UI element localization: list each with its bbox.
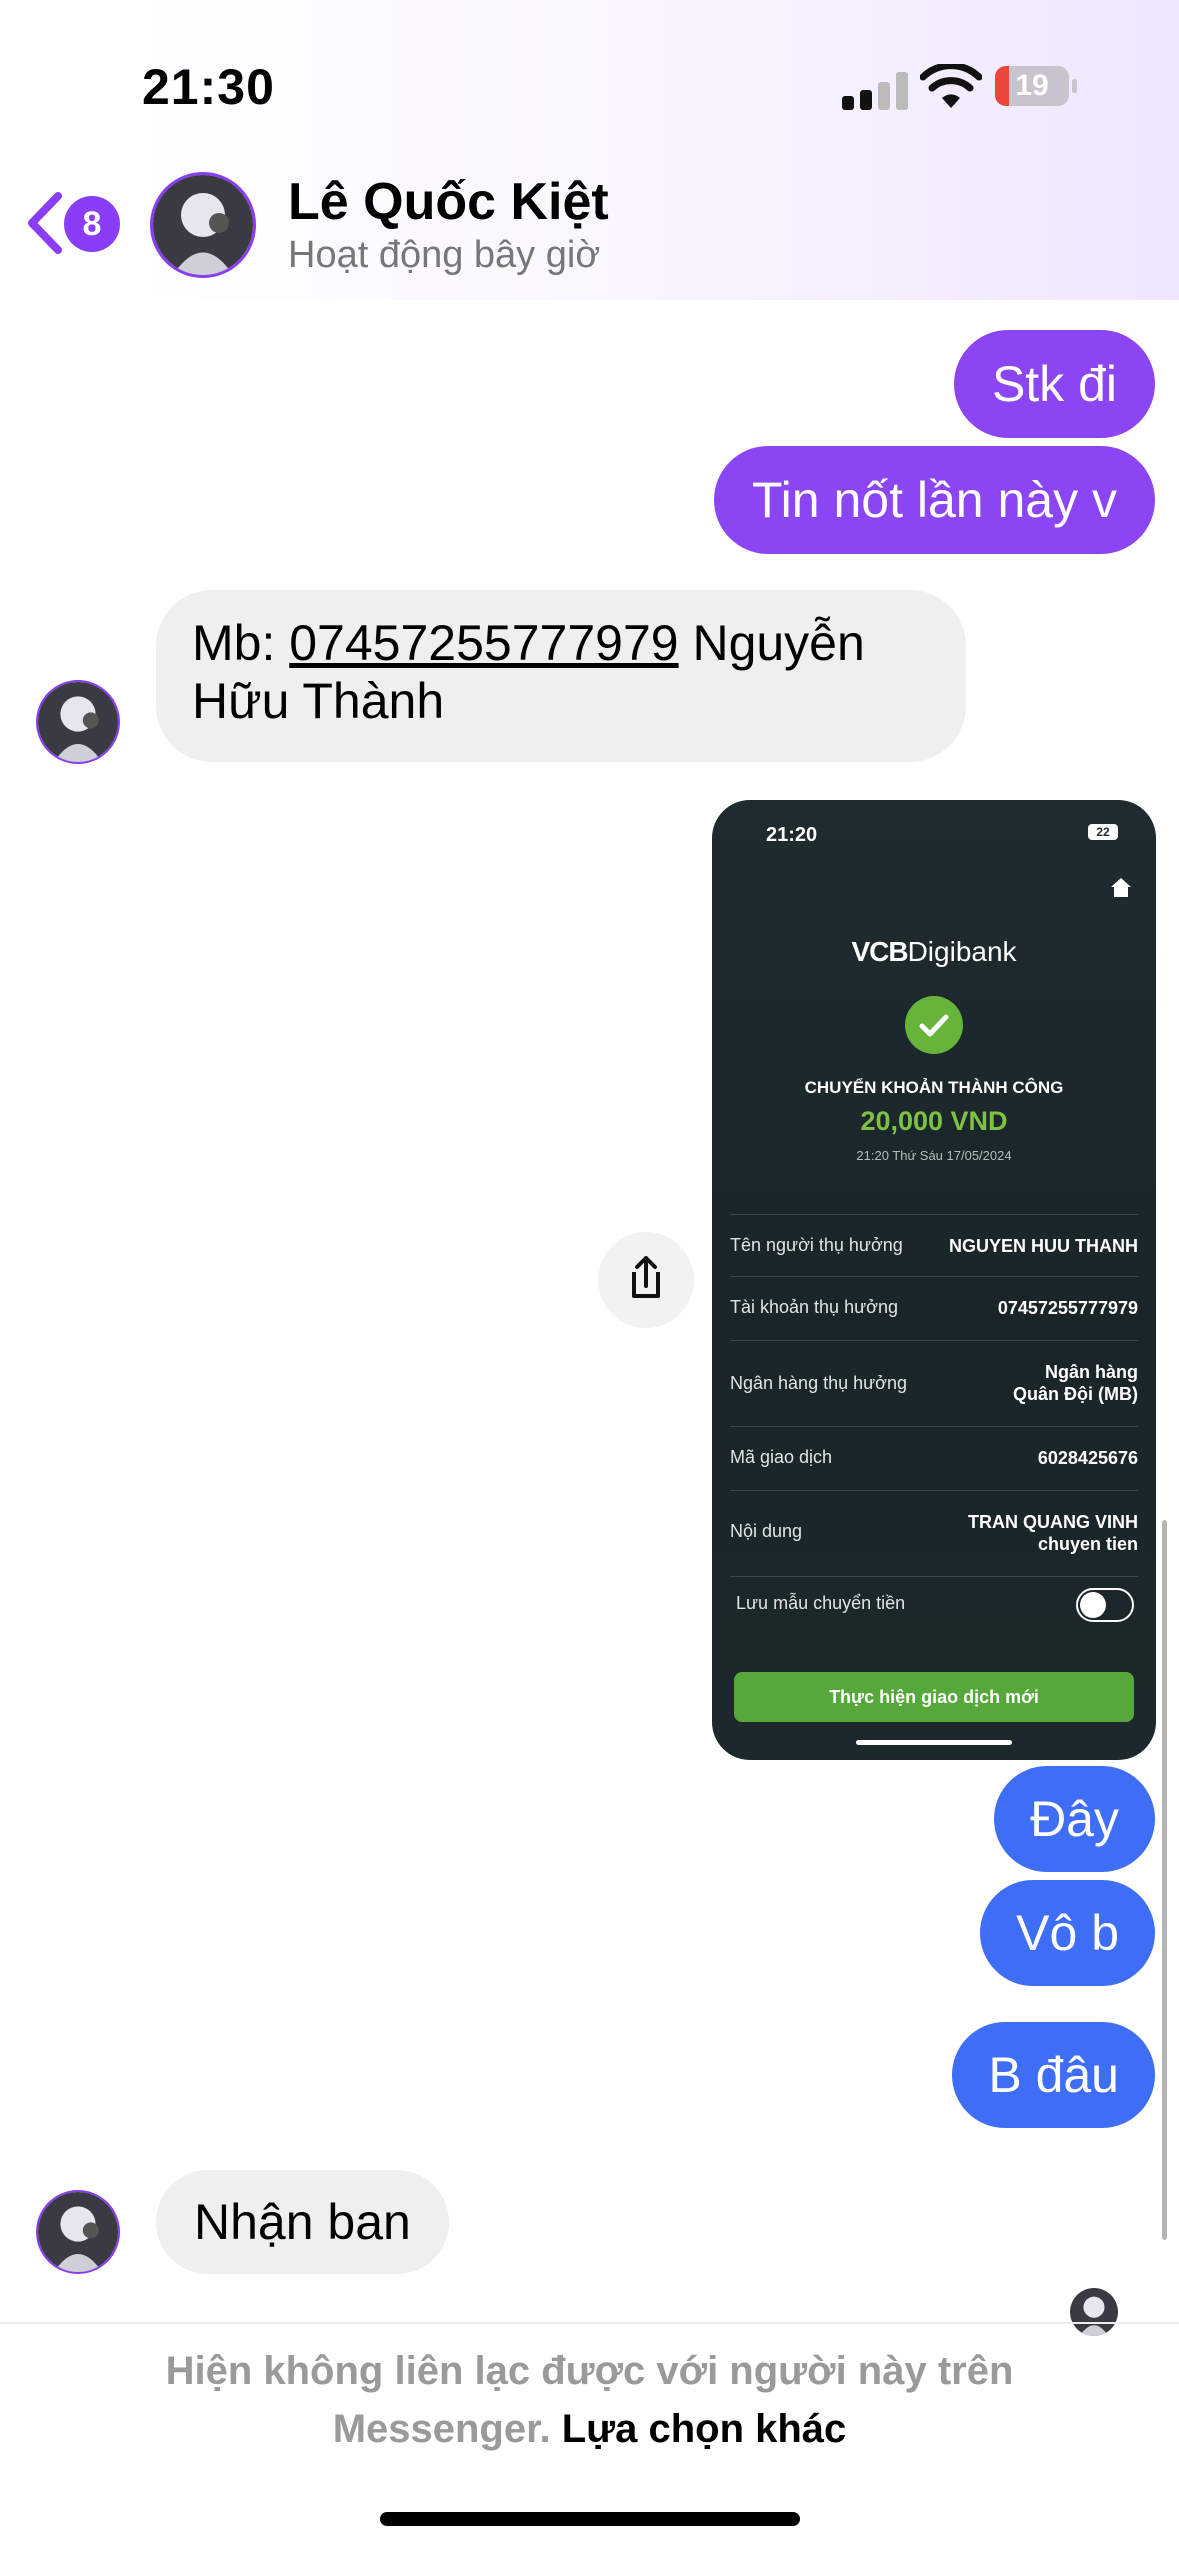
unread-count-badge[interactable]: 8 bbox=[64, 196, 120, 252]
incoming-message[interactable]: Mb: 07457255777979 Nguyễn Hữu Thành bbox=[156, 590, 966, 762]
wifi-icon bbox=[920, 64, 982, 108]
incoming-message[interactable]: Nhận ban bbox=[156, 2170, 449, 2274]
contact-status: Hoạt động bây giờ bbox=[288, 234, 601, 276]
home-indicator bbox=[380, 2512, 800, 2526]
message-text: Nguyễn bbox=[678, 615, 865, 671]
receipt-row: Tên người thụ hưởng NGUYEN HUU THANH bbox=[730, 1214, 1138, 1277]
contact-name[interactable]: Lê Quốc Kiệt bbox=[288, 172, 609, 232]
receipt-row: Mã giao dịch 6028425676 bbox=[730, 1426, 1138, 1491]
vcb-digibank-logo: VCBDigibank bbox=[851, 936, 1017, 967]
battery-icon: 19 bbox=[995, 66, 1077, 106]
home-icon bbox=[1111, 878, 1131, 897]
back-chevron-icon[interactable] bbox=[24, 190, 64, 256]
outgoing-message[interactable]: Vô b bbox=[980, 1880, 1155, 1986]
seen-receipt-avatar bbox=[1070, 2288, 1118, 2336]
receipt-row: Ngân hàng thụ hưởng Ngân hàng Quân Đội (… bbox=[730, 1340, 1138, 1427]
contact-avatar-small[interactable] bbox=[36, 2190, 120, 2274]
save-template-toggle[interactable] bbox=[1076, 1588, 1134, 1622]
footer-divider bbox=[0, 2322, 1179, 2324]
outgoing-message[interactable]: Stk đi bbox=[953, 330, 1155, 438]
receipt-status-time: 21:20 bbox=[766, 824, 818, 846]
status-time: 21:30 bbox=[142, 59, 275, 115]
receipt-row: Nội dung TRAN QUANG VINH chuyen tien bbox=[730, 1490, 1138, 1577]
receipt-row: Tài khoản thụ hưởng 07457255777979 bbox=[730, 1276, 1138, 1341]
outgoing-message[interactable]: B đâu bbox=[952, 2022, 1155, 2128]
scroll-indicator[interactable] bbox=[1162, 1520, 1167, 2240]
account-number-link[interactable]: 07457255777979 bbox=[289, 615, 678, 671]
transfer-date: 21:20 Thứ Sáu 17/05/2024 bbox=[856, 1148, 1012, 1163]
outgoing-message[interactable]: Tin nốt lần này v bbox=[713, 446, 1155, 554]
message-text: Mb: bbox=[192, 615, 290, 671]
unavailable-notice: Hiện không liên lạc được với người này t… bbox=[0, 2342, 1179, 2458]
transfer-receipt-image[interactable]: 21:20 22 VCBDigibank CHUYỂN KHOẢN THÀNH … bbox=[712, 800, 1156, 1760]
contact-avatar-small[interactable] bbox=[36, 680, 120, 764]
chat-header: 21:30 19 8 Lê Quốc Kiệt Hoạt động bây gi… bbox=[0, 0, 1179, 300]
other-options-link[interactable]: Lựa chọn khác bbox=[562, 2407, 847, 2451]
success-check-icon bbox=[905, 996, 963, 1054]
transfer-success-title: CHUYỂN KHOẢN THÀNH CÔNG bbox=[804, 1078, 1064, 1097]
contact-avatar[interactable] bbox=[150, 172, 256, 278]
message-text: Hữu Thành bbox=[192, 673, 445, 729]
receipt-battery: 22 bbox=[1088, 824, 1118, 840]
battery-level: 19 bbox=[1015, 69, 1049, 102]
transfer-amount: 20,000 VND bbox=[860, 1106, 1008, 1136]
new-transaction-button[interactable]: Thực hiện giao dịch mới bbox=[734, 1672, 1134, 1722]
share-button[interactable] bbox=[598, 1232, 694, 1328]
outgoing-message[interactable]: Đây bbox=[994, 1766, 1155, 1872]
receipt-home-indicator bbox=[856, 1740, 1012, 1745]
cellular-signal-icon bbox=[842, 70, 908, 110]
share-icon bbox=[632, 1256, 660, 1298]
